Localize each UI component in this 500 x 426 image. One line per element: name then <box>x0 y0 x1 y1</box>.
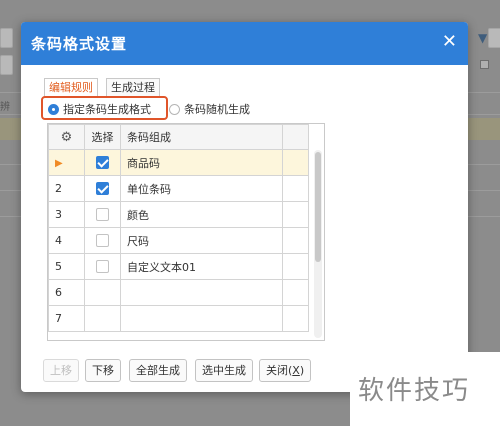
table-row[interactable]: 4 尺码 <box>48 227 309 254</box>
row-component-name: 自定义文本01 <box>120 253 283 280</box>
radio-selected-icon <box>48 103 59 115</box>
close-button-suffix: ) <box>299 364 305 377</box>
close-button[interactable]: 关闭(X) <box>259 359 312 382</box>
gear-icon[interactable]: ⚙ <box>61 130 73 145</box>
move-down-button[interactable]: 下移 <box>85 359 121 382</box>
radio-unselected-icon <box>169 103 180 115</box>
bg-input-2 <box>0 55 13 75</box>
grid-header-component: 条码组成 <box>120 124 283 150</box>
row-component-name: 单位条码 <box>120 175 283 202</box>
grid-settings-header[interactable]: ⚙ <box>48 124 85 150</box>
radio-label-specified: 指定条码生成格式 <box>63 103 151 116</box>
row-select-cell[interactable] <box>84 201 121 228</box>
checkbox-unchecked[interactable] <box>96 234 109 248</box>
row-select-cell[interactable] <box>84 305 121 332</box>
row-select-cell[interactable] <box>84 149 121 176</box>
barcode-components-grid: ⚙ 选择 条码组成 ▶ 商品码 2 单位条码 3 颜色 4 尺码 5 自定义文本… <box>47 123 325 341</box>
dialog-title: 条码格式设置 <box>31 35 128 53</box>
current-row-arrow-icon: ▶ <box>48 149 85 176</box>
bg-input-1 <box>0 28 13 48</box>
checkbox-unchecked[interactable] <box>96 208 109 222</box>
tab-edit-rules[interactable]: 编辑规则 <box>44 78 98 97</box>
table-row[interactable]: 3 颜色 <box>48 201 309 228</box>
grid-scrollbar-thumb[interactable] <box>315 152 321 262</box>
radio-specified-format[interactable]: 指定条码生成格式 <box>48 102 151 116</box>
row-number: 7 <box>48 305 85 332</box>
checkbox-checked[interactable] <box>96 156 109 170</box>
row-number: 4 <box>48 227 85 254</box>
grid-header-spacer <box>282 124 309 150</box>
row-number: 5 <box>48 253 85 280</box>
row-select-cell[interactable] <box>84 279 121 306</box>
move-up-button[interactable]: 上移 <box>43 359 79 382</box>
tab-generation-process[interactable]: 生成过程 <box>106 78 160 97</box>
table-row[interactable]: ▶ 商品码 <box>48 149 309 176</box>
funnel-icon: ▼ <box>478 31 488 45</box>
row-number: 2 <box>48 175 85 202</box>
checkbox-checked[interactable] <box>96 182 109 196</box>
radio-label-random: 条码随机生成 <box>184 103 250 116</box>
row-select-cell[interactable] <box>84 227 121 254</box>
barcode-format-dialog: 条码格式设置 ✕ 编辑规则 生成过程 指定条码生成格式 条码随机生成 ⚙ 选择 … <box>21 22 468 392</box>
row-number: 6 <box>48 279 85 306</box>
table-row[interactable]: 7 <box>48 305 309 332</box>
bg-column-label: 辨 <box>0 102 10 113</box>
table-row[interactable]: 6 <box>48 279 309 306</box>
grid-scrollbar[interactable] <box>314 150 322 338</box>
row-component-name: 尺码 <box>120 227 283 254</box>
dialog-title-bar: 条码格式设置 ✕ <box>21 22 468 65</box>
table-row[interactable]: 5 自定义文本01 <box>48 253 309 280</box>
table-row[interactable]: 2 单位条码 <box>48 175 309 202</box>
grid-header-row: ⚙ 选择 条码组成 <box>48 124 309 150</box>
row-component-name: 商品码 <box>120 149 283 176</box>
row-component-name <box>120 305 283 332</box>
generate-selected-button[interactable]: 选中生成 <box>195 359 253 382</box>
row-select-cell[interactable] <box>84 253 121 280</box>
generate-all-button[interactable]: 全部生成 <box>129 359 187 382</box>
bg-checkbox <box>480 60 489 69</box>
close-button-prefix: 关闭( <box>266 364 293 377</box>
bg-highlight-row-right <box>468 118 500 140</box>
row-select-cell[interactable] <box>84 175 121 202</box>
radio-random-generation[interactable]: 条码随机生成 <box>169 102 250 116</box>
watermark-box: 软件技巧 <box>350 352 500 426</box>
close-button-hotkey: X <box>292 364 300 377</box>
bg-highlight-row-left <box>0 118 22 140</box>
watermark-text: 软件技巧 <box>358 376 471 406</box>
row-number: 3 <box>48 201 85 228</box>
grid-header-select: 选择 <box>84 124 121 150</box>
checkbox-unchecked[interactable] <box>96 260 109 274</box>
close-icon[interactable]: ✕ <box>442 31 457 52</box>
row-component-name <box>120 279 283 306</box>
row-component-name: 颜色 <box>120 201 283 228</box>
bg-input-3 <box>488 28 500 48</box>
